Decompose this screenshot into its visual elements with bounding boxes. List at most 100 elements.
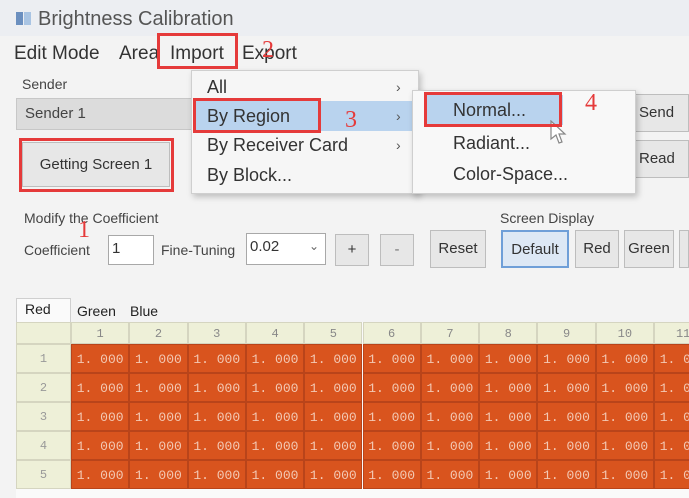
table-cell[interactable]: 1. 000 xyxy=(479,344,538,373)
table-cell[interactable]: 1. 000 xyxy=(595,373,654,402)
menu-item-all[interactable]: All xyxy=(207,77,227,98)
table-cell[interactable]: 1. 000 xyxy=(537,431,596,460)
modify-coefficient-title: Modify the Coefficient xyxy=(24,210,159,226)
table-cell[interactable]: 1. 000 xyxy=(304,402,363,431)
table-cell[interactable]: 1. 000 xyxy=(245,402,305,431)
table-cell[interactable]: 1. 000 xyxy=(187,373,246,402)
window-title: Brightness Calibration xyxy=(38,8,234,30)
sender-select[interactable]: Sender 1 xyxy=(16,98,196,130)
row-header[interactable]: 4 xyxy=(16,431,71,460)
column-header[interactable]: 10 xyxy=(595,322,654,344)
table-cell[interactable]: 1. 000 xyxy=(71,431,130,460)
tab-blue[interactable]: Blue xyxy=(130,303,158,319)
table-cell[interactable]: 1. 000 xyxy=(654,344,689,373)
table-cell[interactable]: 1. 000 xyxy=(479,402,538,431)
table-cell[interactable]: 1. 000 xyxy=(187,431,246,460)
column-header[interactable]: 2 xyxy=(129,322,188,344)
table-cell[interactable]: 1. 000 xyxy=(537,344,596,373)
table-cell[interactable]: 1. 000 xyxy=(362,431,421,460)
column-header[interactable]: 8 xyxy=(479,322,538,344)
table-cell[interactable]: 1. 000 xyxy=(245,431,305,460)
column-header[interactable]: 5 xyxy=(304,322,363,344)
table-cell[interactable]: 1. 000 xyxy=(129,431,188,460)
coefficient-input[interactable]: 1 xyxy=(108,235,154,265)
chevron-right-icon: › xyxy=(396,79,401,95)
table-cell[interactable]: 1. 000 xyxy=(654,402,689,431)
table-cell[interactable]: 1. 000 xyxy=(245,344,305,373)
table-cell[interactable]: 1. 000 xyxy=(129,344,188,373)
plus-button[interactable]: + xyxy=(335,234,369,266)
table-cell[interactable]: 1. 000 xyxy=(129,402,188,431)
display-green-button[interactable]: Green xyxy=(624,230,674,268)
menu-item-radiant[interactable]: Radiant... xyxy=(453,133,530,154)
fine-tuning-select[interactable]: 0.02 ⌄ xyxy=(246,233,326,265)
table-cell[interactable]: 1. 000 xyxy=(654,431,689,460)
coefficient-label: Coefficient xyxy=(24,242,90,258)
table-cell[interactable]: 1. 000 xyxy=(304,431,363,460)
table-cell[interactable]: 1. 000 xyxy=(420,431,480,460)
table-cell[interactable]: 1. 000 xyxy=(129,373,188,402)
table-cell[interactable]: 1. 000 xyxy=(537,460,596,489)
table-cell[interactable]: 1. 000 xyxy=(71,402,130,431)
display-default-button[interactable]: Default xyxy=(501,230,569,268)
table-cell[interactable]: 1. 000 xyxy=(420,460,480,489)
table-cell[interactable]: 1. 000 xyxy=(362,402,421,431)
chevron-right-icon: › xyxy=(396,108,401,124)
table-cell[interactable]: 1. 000 xyxy=(245,460,305,489)
display-red-button[interactable]: Red xyxy=(575,230,619,268)
table-cell[interactable]: 1. 000 xyxy=(420,344,480,373)
row-header[interactable]: 3 xyxy=(16,402,71,431)
table-cell[interactable]: 1. 000 xyxy=(537,373,596,402)
table-cell[interactable]: 1. 000 xyxy=(479,431,538,460)
tab-green[interactable]: Green xyxy=(77,303,116,319)
tab-red[interactable]: Red xyxy=(16,298,71,322)
read-button[interactable]: Read xyxy=(628,140,689,178)
table-cell[interactable]: 1. 000 xyxy=(187,344,246,373)
table-cell[interactable]: 1. 000 xyxy=(187,402,246,431)
table-cell[interactable]: 1. 000 xyxy=(362,344,421,373)
column-header[interactable]: 4 xyxy=(245,322,305,344)
table-cell[interactable]: 1. 000 xyxy=(595,460,654,489)
column-header[interactable]: 7 xyxy=(420,322,480,344)
column-header[interactable]: 1 xyxy=(71,322,130,344)
reset-button[interactable]: Reset xyxy=(430,230,486,268)
table-cell[interactable]: 1. 000 xyxy=(595,402,654,431)
column-header[interactable]: 9 xyxy=(537,322,596,344)
table-cell[interactable]: 1. 000 xyxy=(245,373,305,402)
table-cell[interactable]: 1. 000 xyxy=(71,373,130,402)
row-header[interactable]: 2 xyxy=(16,373,71,402)
table-cell[interactable]: 1. 000 xyxy=(71,344,130,373)
table-cell[interactable]: 1. 000 xyxy=(71,460,130,489)
table-cell[interactable]: 1. 000 xyxy=(304,460,363,489)
column-header[interactable]: 11 xyxy=(654,322,689,344)
column-header[interactable]: 6 xyxy=(362,322,421,344)
display-blue-button-partial[interactable] xyxy=(679,230,689,268)
menu-item-by-block[interactable]: By Block... xyxy=(207,165,292,186)
table-cell[interactable]: 1. 000 xyxy=(129,460,188,489)
sender-label: Sender xyxy=(22,76,68,92)
minus-button[interactable]: - xyxy=(380,234,414,266)
table-cell[interactable]: 1. 000 xyxy=(479,373,538,402)
menu-edit-mode[interactable]: Edit Mode xyxy=(14,43,100,65)
row-header[interactable]: 1 xyxy=(16,344,71,373)
column-header[interactable]: 3 xyxy=(187,322,246,344)
table-cell[interactable]: 1. 000 xyxy=(595,431,654,460)
table-cell[interactable]: 1. 000 xyxy=(362,373,421,402)
send-button[interactable]: Send xyxy=(628,94,689,132)
table-cell[interactable]: 1. 000 xyxy=(479,460,538,489)
table-cell[interactable]: 1. 000 xyxy=(654,373,689,402)
menu-item-color-space[interactable]: Color-Space... xyxy=(453,164,568,185)
table-cell[interactable]: 1. 000 xyxy=(362,460,421,489)
table-cell[interactable]: 1. 000 xyxy=(304,373,363,402)
table-cell[interactable]: 1. 000 xyxy=(654,460,689,489)
annotation-box-3 xyxy=(193,98,321,133)
menu-area[interactable]: Area xyxy=(119,43,159,65)
table-cell[interactable]: 1. 000 xyxy=(420,402,480,431)
table-cell[interactable]: 1. 000 xyxy=(187,460,246,489)
table-cell[interactable]: 1. 000 xyxy=(304,344,363,373)
table-cell[interactable]: 1. 000 xyxy=(537,402,596,431)
table-cell[interactable]: 1. 000 xyxy=(420,373,480,402)
menu-item-by-receiver-card[interactable]: By Receiver Card xyxy=(207,135,348,156)
row-header[interactable]: 5 xyxy=(16,460,71,489)
table-cell[interactable]: 1. 000 xyxy=(595,344,654,373)
